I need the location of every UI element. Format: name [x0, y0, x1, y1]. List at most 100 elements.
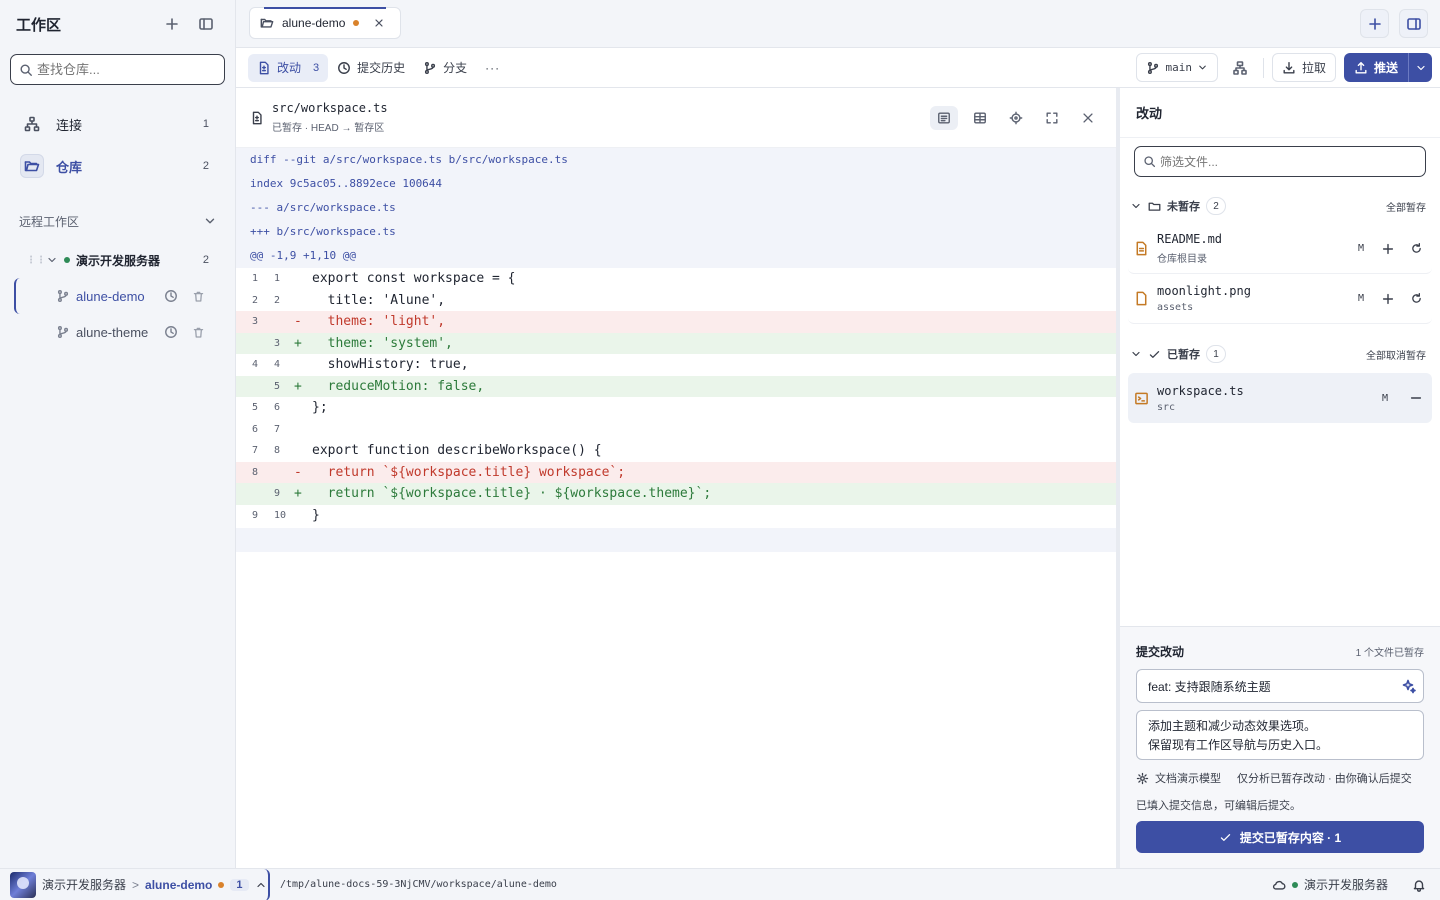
- repo-name: alune-demo: [76, 288, 145, 304]
- unified-view-button[interactable]: [930, 105, 958, 130]
- file-status: M: [1357, 243, 1365, 254]
- push-label: 推送: [1373, 61, 1398, 75]
- close-diff-button[interactable]: [1074, 106, 1102, 130]
- split-view-button[interactable]: [966, 106, 994, 130]
- close-icon[interactable]: [373, 17, 385, 29]
- tab-changes[interactable]: 改动 3: [248, 53, 329, 82]
- sidebar-item-repositories[interactable]: 仓库 2: [0, 145, 235, 187]
- check-icon: [1149, 350, 1160, 358]
- server-row[interactable]: ⋮⋮ 演示开发服务器 2: [0, 248, 235, 272]
- diff-file-info: src/workspace.ts 已暂存 · HEAD → 暂存区: [272, 101, 922, 134]
- push-button-group: 推送: [1343, 53, 1432, 82]
- stage-file-button[interactable]: [1378, 289, 1398, 309]
- history-icon[interactable]: [164, 325, 178, 339]
- gear-icon[interactable]: [1136, 772, 1149, 785]
- sparkles-icon[interactable]: [1401, 678, 1417, 694]
- new-line-number: 1: [274, 273, 281, 285]
- discard-file-button[interactable]: [1406, 239, 1426, 259]
- diff-line: 7 8 export function describeWorkspace() {: [236, 440, 1116, 462]
- file-row-readme[interactable]: README.md 仓库根目录 M: [1128, 224, 1432, 274]
- repo-item-alune-demo[interactable]: alune-demo: [0, 278, 235, 314]
- push-button[interactable]: 推送: [1344, 53, 1408, 82]
- repo-search[interactable]: [10, 54, 225, 85]
- commit-button-label: 提交已暂存内容 · 1: [1239, 830, 1342, 845]
- network-icon: [20, 112, 44, 136]
- chevron-down-icon[interactable]: [46, 254, 58, 266]
- add-workspace-button[interactable]: [159, 11, 185, 37]
- sitemap-icon: [1233, 60, 1248, 75]
- plus-icon: [1382, 293, 1394, 304]
- plus-icon: [1382, 243, 1394, 254]
- unstaged-label: 未暂存: [1167, 201, 1200, 213]
- fullscreen-button[interactable]: [1038, 106, 1066, 130]
- file-status: M: [1357, 293, 1365, 304]
- sidebar-item-connections[interactable]: 连接 1: [0, 103, 235, 145]
- new-tab-button[interactable]: [1360, 9, 1389, 38]
- file-name: moonlight.png: [1157, 284, 1251, 298]
- diff-line: 5 + reduceMotion: false,: [236, 375, 1116, 397]
- bell-icon[interactable]: [1412, 878, 1426, 892]
- upload-icon: [1355, 61, 1367, 74]
- file-diff-icon: [252, 111, 262, 124]
- repo-item-alune-theme[interactable]: alune-theme: [0, 314, 235, 350]
- commit-summary-field[interactable]: feat: 支持跟随系统主题: [1136, 669, 1424, 703]
- stage-all-button[interactable]: 全部暂存: [1386, 199, 1426, 214]
- commit-summary[interactable]: feat: 支持跟随系统主题: [1148, 678, 1401, 695]
- old-line-number: 1: [251, 273, 259, 285]
- commit-body-field[interactable]: 添加主题和减少动态效果选项。 保留现有工作区导航与历史入口。: [1136, 710, 1424, 760]
- tab-branches[interactable]: 分支: [414, 54, 476, 82]
- file-icon: [1136, 291, 1147, 306]
- model-hint: 仅分析已暂存改动 · 由你确认后提交: [1237, 773, 1412, 785]
- status-right: 演示开发服务器: [1272, 876, 1440, 893]
- old-line-number: 5: [251, 402, 259, 414]
- tab-changes-label: 改动: [277, 61, 302, 75]
- graph-view-button[interactable]: [1226, 53, 1255, 82]
- old-line-number: 4: [251, 359, 259, 371]
- plus-icon: [1368, 17, 1381, 30]
- staged-count: 1: [1206, 345, 1226, 363]
- trash-icon[interactable]: [192, 326, 205, 339]
- trash-icon[interactable]: [192, 290, 205, 303]
- file-row-workspace[interactable]: workspace.ts src M: [1128, 373, 1432, 423]
- history-icon[interactable]: [164, 289, 178, 303]
- tab-history-label: 提交历史: [357, 61, 406, 75]
- modified-dot: [353, 20, 360, 26]
- sidebar-title: 工作区: [16, 16, 62, 34]
- drag-handle-icon[interactable]: ⋮⋮: [26, 255, 46, 266]
- repo-search-input[interactable]: [37, 62, 216, 77]
- unstaged-group-header[interactable]: 未暂存 2 全部暂存: [1120, 192, 1440, 220]
- tab-alune-demo[interactable]: alune-demo: [249, 7, 401, 39]
- staged-note: 1 个文件已暂存: [1355, 647, 1424, 659]
- file-filter-input[interactable]: [1160, 154, 1417, 169]
- more-button[interactable]: ···: [476, 54, 509, 82]
- repo-list: alune-demo alune-theme: [0, 278, 235, 350]
- chevron-up-icon[interactable]: [255, 879, 267, 891]
- toggle-sidebar-button[interactable]: [193, 11, 219, 37]
- discard-file-button[interactable]: [1406, 289, 1426, 309]
- diff-meta-line: +++ b/src/workspace.ts: [236, 220, 1116, 244]
- toggle-right-panel-button[interactable]: [1399, 9, 1428, 38]
- file-row-moonlight[interactable]: moonlight.png assets M: [1128, 274, 1432, 324]
- push-options-button[interactable]: [1408, 53, 1432, 82]
- remote-workspace-header[interactable]: 远程工作区: [0, 209, 235, 233]
- chevron-down-icon: [1132, 351, 1140, 357]
- branch-icon: [425, 61, 436, 74]
- commit-staged-button[interactable]: 提交已暂存内容 · 1: [1136, 821, 1424, 853]
- unstage-all-button[interactable]: 全部取消暂存: [1366, 347, 1426, 362]
- file-filter[interactable]: [1134, 146, 1426, 177]
- staged-group-header[interactable]: 已暂存 1 全部取消暂存: [1120, 340, 1440, 368]
- diff-sign: -: [294, 464, 302, 480]
- repo-name: alune-theme: [76, 324, 149, 340]
- unstage-file-button[interactable]: [1406, 388, 1426, 408]
- pull-button[interactable]: 拉取: [1271, 53, 1336, 82]
- stage-file-button[interactable]: [1378, 239, 1398, 259]
- tab-history[interactable]: 提交历史: [328, 54, 414, 82]
- status-context[interactable]: 演示开发服务器 > alune-demo 1: [0, 868, 270, 900]
- avatar[interactable]: [10, 871, 36, 898]
- branch-icon: [1148, 61, 1159, 74]
- code-text: return `${workspace.title} · ${workspace…: [312, 486, 712, 502]
- model-selector[interactable]: 文档演示模型: [1155, 770, 1221, 786]
- diff-sign: -: [294, 314, 302, 330]
- branch-selector[interactable]: main: [1136, 53, 1218, 82]
- locate-file-button[interactable]: [1002, 106, 1030, 130]
